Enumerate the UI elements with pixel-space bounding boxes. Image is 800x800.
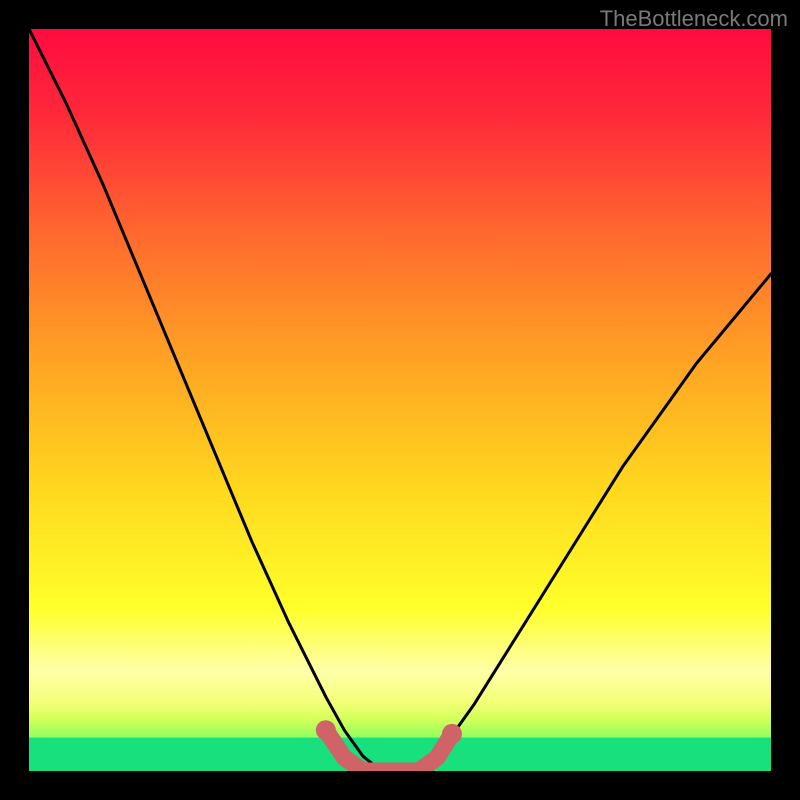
watermark-text: TheBottleneck.com bbox=[600, 6, 788, 32]
chart-frame: TheBottleneck.com bbox=[0, 0, 800, 800]
gradient-background bbox=[29, 29, 771, 771]
highlight-endpoint-dot bbox=[442, 724, 462, 744]
highlight-endpoint-dot bbox=[316, 720, 336, 740]
bottleneck-chart bbox=[29, 29, 771, 771]
